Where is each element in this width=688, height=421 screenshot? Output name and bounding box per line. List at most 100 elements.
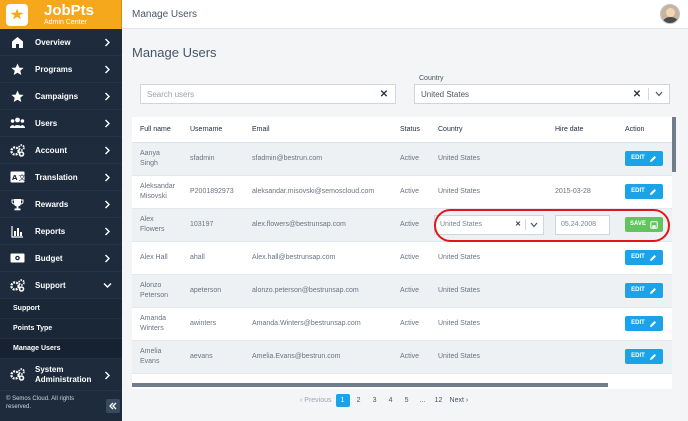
- cell-full-name: Alex Flowers: [132, 208, 182, 242]
- cell-email: alex.flowers@bestrunsap.com: [244, 208, 392, 242]
- edit-button[interactable]: EDIT: [625, 349, 663, 364]
- cell-hire-date: [547, 142, 617, 176]
- cell-hire-date: [547, 241, 617, 275]
- edit-label: EDIT: [631, 253, 645, 260]
- chevron-right-icon: [101, 63, 113, 75]
- cell-hire-date: [547, 340, 617, 374]
- cell-action: EDIT: [617, 175, 672, 209]
- sidebar-item-system-administration[interactable]: System Administration: [0, 359, 122, 391]
- pencil-icon: [649, 353, 656, 360]
- users-icon: [9, 115, 25, 131]
- pagination-ellipsis: ...: [419, 397, 426, 404]
- cell-full-name: Alonzo Peterson: [132, 274, 182, 308]
- svg-text:文: 文: [18, 173, 25, 182]
- search-box[interactable]: ✕: [140, 84, 396, 104]
- logo-icon: [6, 3, 28, 26]
- submenu-item-manage-users[interactable]: Manage Users: [0, 339, 122, 359]
- sidebar-item-label: Overview: [35, 37, 71, 47]
- table-row[interactable]: Aanya Singh sfadmin sfadmin@bestrun.com Act…: [132, 142, 672, 176]
- column-header[interactable]: Action: [617, 117, 672, 143]
- next-page-button[interactable]: Next ›: [448, 394, 471, 407]
- table-row[interactable]: Amanda Winters awinters Amanda.Winters@bes…: [132, 307, 672, 341]
- cell-action: EDIT: [617, 274, 672, 308]
- chevron-right-icon: [101, 252, 113, 264]
- page-1-button[interactable]: 1: [335, 394, 350, 407]
- submenu-item-points-type[interactable]: Points Type: [0, 319, 122, 339]
- pagination: ‹ Previous 1 2 3 4 5... 12 Next ›: [298, 394, 470, 407]
- sidebar-item-reports[interactable]: Reports: [0, 218, 122, 245]
- column-header[interactable]: Full name: [132, 117, 182, 143]
- topbar-title: Manage Users: [132, 8, 198, 20]
- cell-hire-date: [547, 274, 617, 308]
- chevron-down-icon[interactable]: [655, 91, 663, 97]
- chevron-right-icon: [101, 90, 113, 102]
- sidebar-item-rewards[interactable]: Rewards: [0, 191, 122, 218]
- sidebar-item-programs[interactable]: Programs: [0, 56, 122, 83]
- clear-country-icon[interactable]: ✕: [632, 89, 642, 100]
- page-5-button[interactable]: 5: [400, 394, 414, 407]
- cell-status: Active: [392, 307, 430, 341]
- table-row[interactable]: Amelia Evans aevans Amelia.Evans@bestrun.c…: [132, 340, 672, 374]
- edit-label: EDIT: [631, 319, 645, 326]
- gears-icon: [9, 142, 25, 158]
- avatar[interactable]: [660, 4, 680, 24]
- page-3-button[interactable]: 3: [368, 394, 382, 407]
- collapse-sidebar-button[interactable]: [106, 399, 120, 413]
- cell-email: Alex.hall@bestrunsap.com: [244, 241, 392, 275]
- cell-username: sfadmin: [182, 142, 244, 176]
- column-header[interactable]: Username: [182, 117, 244, 143]
- gear-icon: [9, 277, 25, 293]
- sidebar-item-label: System Administration: [35, 365, 91, 384]
- svg-text:A: A: [12, 174, 18, 182]
- column-header[interactable]: Email: [244, 117, 392, 143]
- sidebar-item-users[interactable]: Users: [0, 110, 122, 137]
- edit-button[interactable]: EDIT: [625, 250, 663, 265]
- topbar: Manage Users: [122, 0, 688, 29]
- search-input[interactable]: [147, 89, 379, 99]
- edit-button[interactable]: EDIT: [625, 151, 663, 166]
- column-header[interactable]: Country: [430, 117, 547, 143]
- cell-country: United States: [430, 340, 547, 374]
- sidebar-item-label: Users: [35, 118, 58, 128]
- brand[interactable]: JobPts Admin Center: [0, 0, 122, 29]
- sidebar: JobPts Admin Center Overview Programs Camp…: [0, 0, 122, 421]
- edit-label: EDIT: [631, 187, 645, 194]
- submenu-item-support[interactable]: Support: [0, 299, 122, 319]
- column-header[interactable]: Hire date: [547, 117, 617, 143]
- chevron-right-icon: [101, 369, 113, 381]
- trophy-icon: [9, 196, 25, 212]
- divider: [648, 88, 649, 100]
- dashboard-icon: [9, 34, 25, 50]
- column-header[interactable]: Status: [392, 117, 430, 143]
- chevron-right-icon: [101, 144, 113, 156]
- sidebar-item-label: Reports: [35, 226, 66, 236]
- chevron-right-icon: [101, 198, 113, 210]
- system-label-line1: System: [35, 364, 64, 374]
- sidebar-item-budget[interactable]: Budget: [0, 245, 122, 272]
- page-2-button[interactable]: 2: [352, 394, 366, 407]
- cell-username: awinters: [182, 307, 244, 341]
- pencil-icon: [649, 320, 656, 327]
- cell-email: Amanda.Winters@bestrunsap.com: [244, 307, 392, 341]
- page-12-button[interactable]: 12: [432, 394, 446, 407]
- edit-button[interactable]: EDIT: [625, 316, 663, 331]
- page-4-button[interactable]: 4: [384, 394, 398, 407]
- edit-button[interactable]: EDIT: [625, 184, 663, 199]
- sidebar-item-campaigns[interactable]: Campaigns: [0, 83, 122, 110]
- edit-button[interactable]: EDIT: [625, 283, 663, 298]
- country-select[interactable]: United States ✕: [414, 84, 670, 104]
- vertical-scrollbar[interactable]: [672, 117, 676, 172]
- star-icon: [9, 61, 25, 77]
- clear-search-icon[interactable]: ✕: [379, 89, 389, 100]
- table-row[interactable]: Alonzo Peterson apeterson alonzo.peterson@…: [132, 274, 672, 308]
- previous-page-button[interactable]: ‹ Previous: [298, 394, 334, 407]
- table-row[interactable]: Alex Hall ahall Alex.hall@bestrunsap.com Ac…: [132, 241, 672, 275]
- sidebar-item-account[interactable]: Account: [0, 137, 122, 164]
- horizontal-scrollbar[interactable]: [132, 383, 608, 387]
- sidebar-item-overview[interactable]: Overview: [0, 29, 122, 56]
- sidebar-item-label: Programs: [35, 64, 73, 74]
- table-row[interactable]: Aleksandar Misovski P2001892973 aleksandar…: [132, 175, 672, 209]
- sidebar-item-translation[interactable]: A 文 Translation: [0, 164, 122, 191]
- country-label: Country: [419, 75, 444, 82]
- sidebar-item-support[interactable]: Support: [0, 272, 122, 299]
